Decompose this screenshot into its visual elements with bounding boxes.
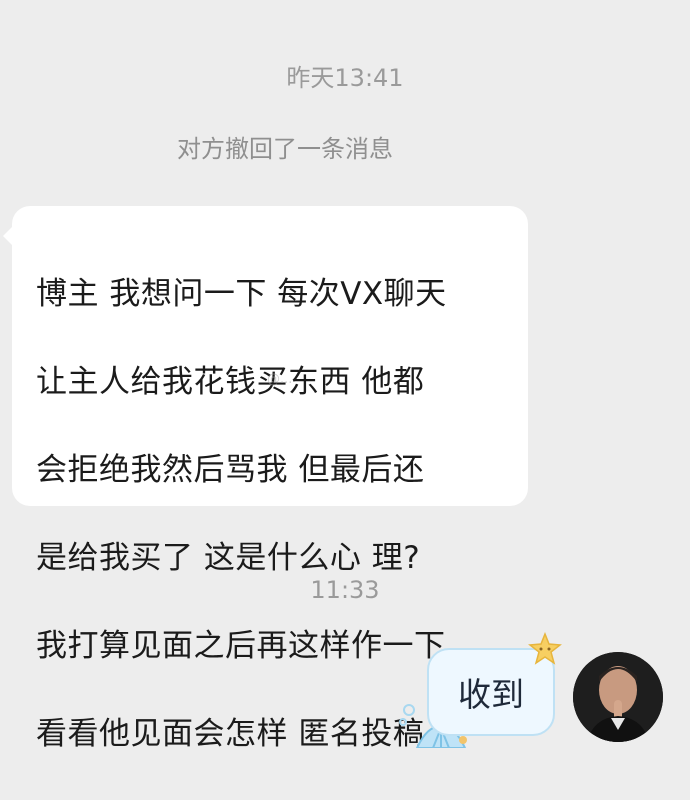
outgoing-message-text: 收到 xyxy=(458,675,524,714)
star-icon xyxy=(528,632,562,665)
message-line: 会拒绝我然后骂我 但最后还 xyxy=(36,452,425,488)
timestamp-today: 11:33 xyxy=(310,576,380,604)
avatar-portrait xyxy=(573,652,663,742)
timestamp-yesterday: 昨天13:41 xyxy=(286,64,404,92)
message-line: 是给我买了 这是什么心 理? xyxy=(36,540,421,576)
recall-notice: 对方撤回了一条消息 xyxy=(177,135,393,163)
watermark: @... xyxy=(267,372,293,387)
message-line: 博主 我想问一下 每次VX聊天 xyxy=(36,276,447,312)
incoming-message-bubble[interactable]: 博主 我想问一下 每次VX聊天 让主人给我花钱买东西 他都 会拒绝我然后骂我 但… xyxy=(3,206,528,752)
avatar[interactable] xyxy=(573,652,663,742)
